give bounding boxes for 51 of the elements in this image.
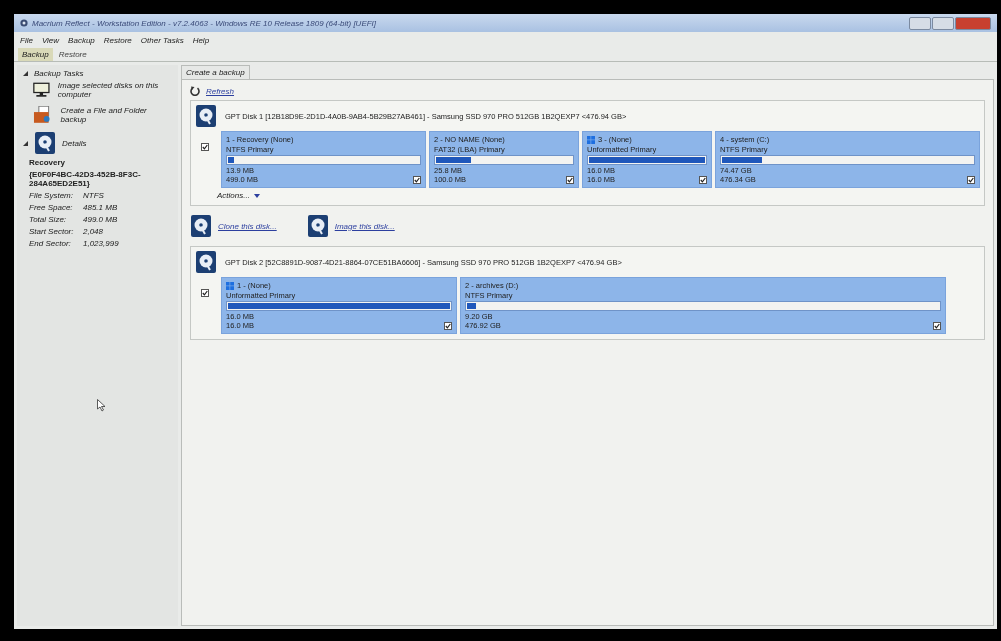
window-title: Macrium Reflect - Workstation Edition - v7.2.4063 - Windows RE 10 Release 1809 (64-bit) [UEFI] — [32, 18, 378, 28]
checkbox[interactable] — [699, 176, 707, 184]
menu-item[interactable]: Restore — [103, 36, 132, 45]
caret-icon[interactable] — [253, 193, 260, 198]
menu-item[interactable]: File — [20, 36, 33, 45]
section-heading: Details — [62, 138, 87, 148]
actions-menu[interactable]: Actions... — [217, 191, 250, 200]
menu-item[interactable]: Help — [192, 36, 210, 45]
image-link[interactable]: Image this disk... — [334, 221, 395, 231]
windows-logo-icon — [587, 135, 595, 144]
detail-label: End Sector: — [29, 239, 72, 248]
detail-value: 499.0 MB — [83, 215, 118, 224]
clone-link[interactable]: Clone this disk... — [218, 221, 277, 231]
detail-label: Free Space: — [29, 203, 74, 212]
checkbox[interactable] — [413, 176, 421, 184]
folder-file-icon — [33, 106, 53, 124]
task-link[interactable]: Create a File and Folder backup — [60, 106, 172, 124]
detail-value: 2,048 — [83, 227, 104, 236]
checkbox[interactable] — [967, 176, 975, 184]
partition-id: {E0F0F4BC-42D3-452B-8F3C-284A65ED2E51} — [29, 170, 142, 188]
checkbox[interactable] — [201, 143, 209, 151]
menu-item[interactable]: Other Tasks — [140, 36, 184, 45]
monitor-icon — [33, 81, 50, 99]
tab[interactable]: Backup — [18, 48, 53, 61]
menu-item[interactable]: View — [41, 36, 60, 45]
detail-label: Start Sector: — [29, 227, 75, 236]
checkbox[interactable] — [933, 322, 941, 330]
menu-item[interactable]: Backup — [68, 36, 95, 45]
refresh-link[interactable]: Refresh — [206, 86, 234, 96]
collapse-triangle-icon[interactable] — [23, 71, 28, 76]
refresh-icon[interactable] — [190, 86, 200, 96]
content-tab[interactable]: Create a backup — [181, 65, 250, 79]
close-button[interactable] — [955, 16, 991, 30]
tab[interactable]: Restore — [54, 48, 91, 61]
minimize-button[interactable] — [909, 16, 931, 30]
section-heading: Backup Tasks — [34, 69, 84, 78]
checkbox[interactable] — [201, 289, 209, 297]
mouse-cursor-icon — [97, 399, 106, 412]
collapse-triangle-icon[interactable] — [23, 140, 28, 146]
maximize-button[interactable] — [932, 16, 954, 30]
partition-name: Recovery — [29, 158, 67, 167]
checkbox[interactable] — [444, 322, 452, 330]
detail-value: NTFS — [83, 191, 104, 200]
app-logo-icon — [20, 19, 28, 27]
detail-value: 1,023,999 — [83, 239, 119, 248]
checkbox[interactable] — [566, 176, 574, 184]
windows-logo-icon — [226, 281, 234, 290]
detail-label: File System: — [29, 191, 74, 200]
detail-label: Total Size: — [29, 215, 68, 224]
task-link[interactable]: Image selected disks on this computer — [57, 81, 172, 99]
detail-value: 485.1 MB — [83, 203, 118, 212]
